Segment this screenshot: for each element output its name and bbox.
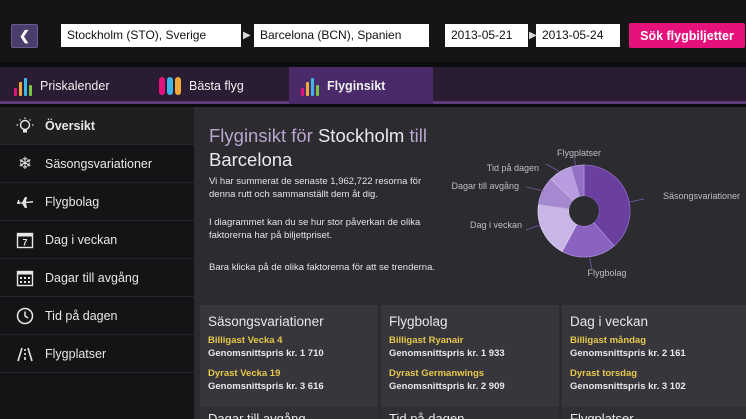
tab-label: Priskalender xyxy=(40,78,110,93)
depart-date-input[interactable]: 2013-05-21 xyxy=(445,24,528,47)
chart-label-dag-i-veckan: Dag i veckan xyxy=(470,220,522,230)
sidebar-item-oversikt[interactable]: Översikt xyxy=(0,107,194,145)
insight-card-flygbolag[interactable]: Flygbolag Billigast Ryanair Genomsnittsp… xyxy=(381,305,559,419)
sidebar-item-flygbolag[interactable]: Flygbolag xyxy=(0,183,194,221)
sliders-icon xyxy=(159,76,181,96)
sidebar-item-label: Dagar till avgång xyxy=(45,270,139,285)
origin-input[interactable]: Stockholm (STO), Sverige xyxy=(61,24,241,47)
clock-icon xyxy=(16,307,34,325)
sidebar-item-label: Säsongsvariationer xyxy=(45,156,153,171)
card-title: Dagar till avgång xyxy=(208,411,306,419)
insight-card-tid-pa-dagen[interactable]: Tid på dagen xyxy=(381,407,559,419)
sidebar-item-label: Flygbolag xyxy=(45,194,100,209)
back-button[interactable]: ❮ xyxy=(11,24,38,48)
sidebar-item-label: Tid på dagen xyxy=(45,308,118,323)
tab-priskalender[interactable]: Priskalender xyxy=(0,67,145,104)
tab-label: Bästa flyg xyxy=(189,78,244,93)
sidebar-item-dag-i-veckan[interactable]: 7 Dag i veckan xyxy=(0,221,194,259)
chart-label-sasongsvariationer: Säsongsvariationer xyxy=(663,191,740,201)
chevron-left-icon: ❮ xyxy=(19,28,30,43)
calendar-grid-icon xyxy=(16,269,34,287)
card-title: Tid på dagen xyxy=(389,411,465,419)
sidebar-item-tid-pa-dagen[interactable]: Tid på dagen xyxy=(0,297,194,335)
instruction-text: Bara klicka på de olika faktorerna för a… xyxy=(209,262,436,273)
chart-label-flygplatser: Flygplatser xyxy=(557,148,601,158)
chart-label-dagar-till-avgang: Dagar till avgång xyxy=(451,181,519,191)
page-title: Flyginsikt för Stockholm till Barcelona xyxy=(209,125,427,170)
sidebar-item-label: Dag i veckan xyxy=(45,232,118,247)
chart-explanation-text: I diagrammet kan du se hur stor påverkan… xyxy=(209,217,421,241)
tab-bar: Priskalender Bästa flyg Flyginsikt xyxy=(0,67,746,104)
factors-donut-chart: Flygplatser Tid på dagen Dagar till avgå… xyxy=(451,148,740,278)
svg-text:7: 7 xyxy=(22,237,27,247)
card-title: Dag i veckan xyxy=(570,314,649,329)
insight-card-dag-i-veckan[interactable]: Dag i veckan Billigast måndag Genomsnitt… xyxy=(562,305,746,419)
bar-chart-icon xyxy=(14,76,32,96)
insight-card-dagar-till-avgang[interactable]: Dagar till avgång xyxy=(200,407,378,419)
insight-card-flygplatser[interactable]: Flygplatser xyxy=(562,407,746,419)
card-title: Flygbolag xyxy=(389,314,448,329)
chart-label-flygbolag: Flygbolag xyxy=(587,268,626,278)
sidebar-item-dagar-till-avgang[interactable]: Dagar till avgång xyxy=(0,259,194,297)
sidebar: Översikt ❄ Säsongsvariationer Flygbolag … xyxy=(0,107,194,419)
bar-chart-icon xyxy=(301,76,319,96)
chart-label-tid-pa-dagen: Tid på dagen xyxy=(487,163,539,173)
sidebar-item-label: Översikt xyxy=(45,118,96,133)
arrow-right-icon: ▶ xyxy=(243,30,251,41)
destination-input[interactable]: Barcelona (BCN), Spanien xyxy=(254,24,429,47)
return-date-input[interactable]: 2013-05-24 xyxy=(536,24,620,47)
search-bar: ❮ Stockholm (STO), Sverige ▶ Barcelona (… xyxy=(0,0,746,62)
runway-icon xyxy=(16,345,34,363)
sidebar-item-label: Flygplatser xyxy=(45,346,107,361)
sidebar-item-sasongsvariationer[interactable]: ❄ Säsongsvariationer xyxy=(0,145,194,183)
summary-text: Vi har summerat de senaste 1,962,722 res… xyxy=(209,176,422,200)
tab-flyginsikt[interactable]: Flyginsikt xyxy=(289,67,433,104)
tab-basta-flyg[interactable]: Bästa flyg xyxy=(145,67,289,104)
airplane-icon xyxy=(16,193,34,211)
main-panel: Flyginsikt för Stockholm till Barcelona … xyxy=(194,107,746,419)
calendar-day-icon: 7 xyxy=(16,231,34,249)
tab-label: Flyginsikt xyxy=(327,78,386,93)
search-flights-button[interactable]: Sök flygbiljetter xyxy=(629,23,745,48)
sidebar-item-flygplatser[interactable]: Flygplatser xyxy=(0,335,194,373)
lightbulb-icon xyxy=(16,117,34,135)
snowflake-icon: ❄ xyxy=(17,153,33,173)
card-title: Flygplatser xyxy=(570,411,634,419)
insight-card-sasongsvariationer[interactable]: Säsongsvariationer Billigast Vecka 4 Gen… xyxy=(200,305,378,419)
card-title: Säsongsvariationer xyxy=(208,314,324,329)
